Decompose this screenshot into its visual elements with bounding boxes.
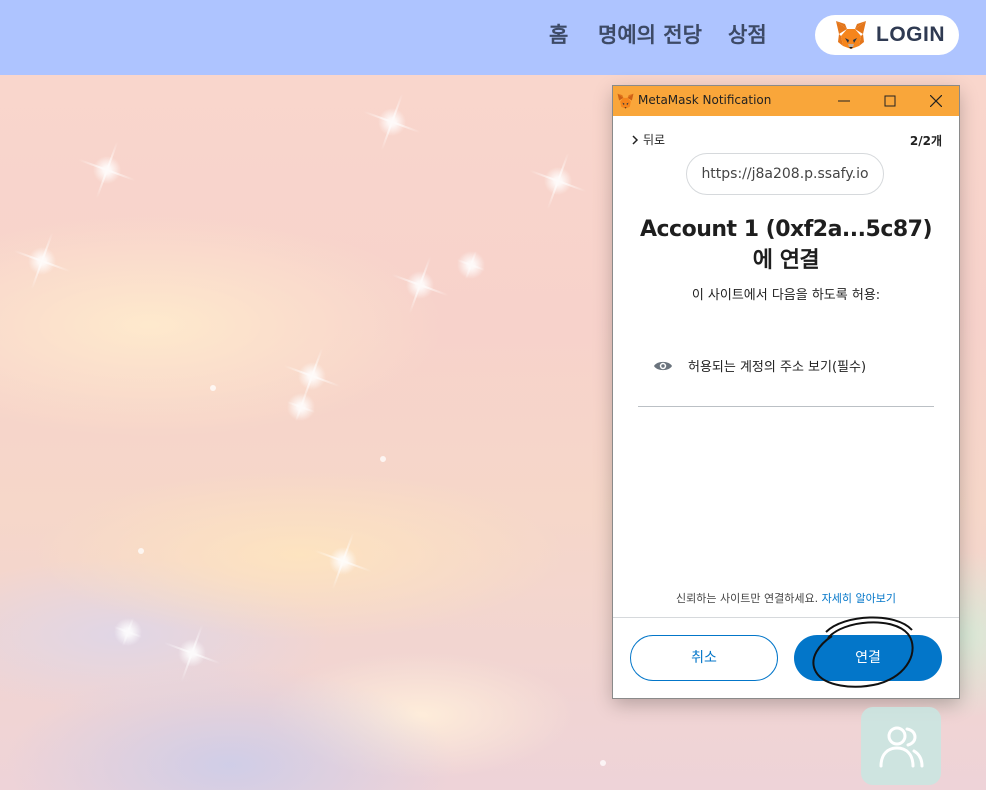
site-url-pill: https://j8a208.p.ssafy.io [686,153,884,195]
maximize-icon [884,95,896,107]
heading-account: Account 1 (0xf2a...5c87) [639,217,933,242]
sparkle-dot [210,385,216,391]
top-header: 홈 명예의 전당 상점 LOGIN [0,0,986,75]
learn-more-link[interactable]: 자세히 알아보기 [822,592,896,605]
close-button[interactable] [913,86,959,116]
minimize-button[interactable] [821,86,867,116]
connect-heading: Account 1 (0xf2a...5c87) 에 연결 [613,214,959,276]
window-title: MetaMask Notification [638,93,772,107]
page-count: 2/2개 [909,134,942,148]
nav-shop[interactable]: 상점 [728,20,767,50]
eye-icon [654,361,672,371]
nav-hall-of-fame[interactable]: 명예의 전당 [598,20,702,50]
login-button[interactable]: LOGIN [815,15,959,55]
metamask-notification-window: MetaMask Notification 뒤로 2/2개 https://j8… [613,86,959,698]
footer-divider [613,617,959,618]
metamask-fox-icon [617,93,634,109]
maximize-button[interactable] [867,86,913,116]
back-label: 뒤로 [643,133,666,147]
heading-connect: 에 연결 [752,248,820,273]
friends-button[interactable] [861,707,941,785]
close-icon [930,95,942,107]
cancel-button[interactable]: 취소 [630,635,778,681]
trust-notice-text: 신뢰하는 사이트만 연결하세요. [676,592,819,605]
trust-notice: 신뢰하는 사이트만 연결하세요. 자세히 알아보기 [613,590,959,606]
connect-button[interactable]: 연결 [794,635,942,681]
sparkle-dot [600,760,606,766]
login-label: LOGIN [876,23,945,46]
window-titlebar[interactable]: MetaMask Notification [613,86,959,116]
chevron-right-icon [632,135,639,145]
divider [638,406,934,407]
people-icon [879,726,924,768]
permission-subheading: 이 사이트에서 다음을 하도록 허용: [691,288,881,303]
back-button[interactable]: 뒤로 [631,131,665,148]
sparkle-dot [138,548,144,554]
sparkle-dot [380,456,386,462]
nav-home[interactable]: 홈 [549,20,568,50]
metamask-fox-icon [836,21,866,49]
minimize-icon [838,100,850,102]
permission-text: 허용되는 계정의 주소 보기(필수) [688,360,867,375]
